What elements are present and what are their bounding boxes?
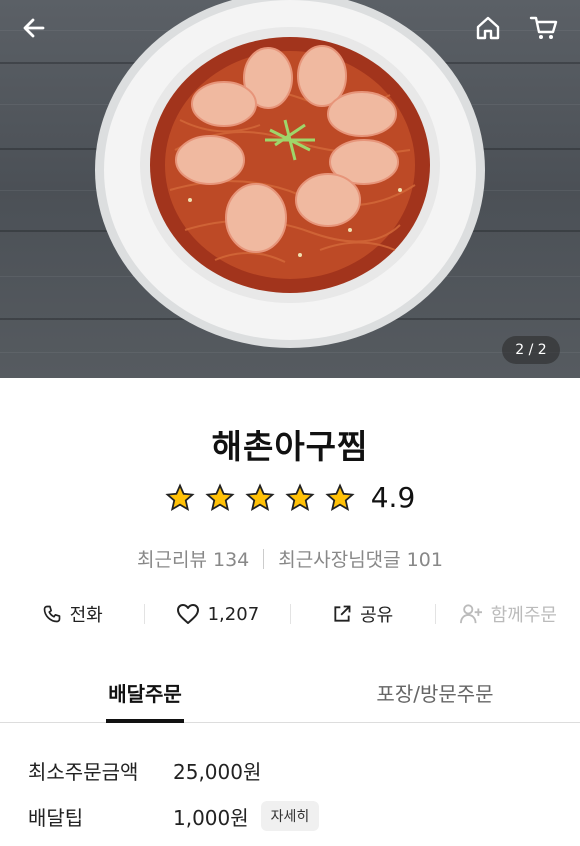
tab-delivery-label: 배달주문 (108, 682, 182, 706)
cart-button[interactable] (524, 8, 564, 48)
order-type-tabs: 배달주문 포장/방문주문 (0, 668, 580, 723)
cart-icon (529, 16, 558, 39)
active-tab-indicator (106, 719, 184, 723)
tab-delivery[interactable]: 배달주문 (0, 668, 290, 723)
store-name: 해촌아구찜 (211, 427, 369, 466)
home-icon (476, 16, 500, 40)
call-button[interactable]: 전화 (0, 601, 144, 627)
divider (263, 548, 265, 569)
delivery-tip-label: 배달팁 (28, 805, 84, 830)
min-order-row: 최소주문금액 25,000원 (28, 756, 261, 785)
heart-icon (176, 604, 199, 624)
recent-reviews-link[interactable]: 최근리뷰 134 (137, 545, 249, 572)
like-count: 1,207 (207, 603, 260, 625)
review-summary: 최근리뷰 134 최근사장님댓글 101 (0, 545, 580, 572)
image-pager: 2 / 2 (502, 336, 560, 364)
phone-icon (43, 605, 60, 623)
star-icon (285, 482, 315, 511)
min-order-value: 25,000원 (173, 760, 262, 784)
store-photo[interactable]: 2 / 2 (0, 0, 580, 378)
share-label: 공유 (360, 605, 394, 626)
tab-pickup[interactable]: 포장/방문주문 (290, 668, 580, 722)
delivery-tip-value: 1,000원 (173, 805, 249, 830)
rating-row: 4.9 (0, 481, 580, 514)
action-bar: 전화 1,207 공유 함께주문 (0, 596, 580, 632)
group-order-button[interactable]: 함께주문 (436, 601, 580, 627)
share-icon (334, 605, 351, 622)
min-order-label: 최소주문금액 (28, 760, 139, 784)
call-label: 전화 (69, 605, 103, 626)
delivery-tip-detail-button[interactable]: 자세히 (260, 801, 320, 831)
home-button[interactable] (468, 8, 508, 48)
rating-score: 4.9 (370, 481, 416, 514)
back-button[interactable] (14, 8, 54, 48)
arrow-left-icon (23, 18, 45, 38)
star-icon (205, 482, 235, 511)
share-button[interactable]: 공유 (291, 601, 435, 627)
add-person-icon (459, 604, 482, 624)
food-dish-image (95, 0, 485, 348)
star-icon (245, 482, 275, 511)
delivery-tip-row: 배달팁 1,000원 자세히 (28, 801, 320, 831)
owner-replies-link[interactable]: 최근사장님댓글 101 (278, 545, 443, 572)
star-icon (325, 482, 355, 511)
star-icon (165, 482, 195, 511)
tab-pickup-label: 포장/방문주문 (376, 682, 494, 706)
group-order-label: 함께주문 (490, 605, 557, 626)
like-button[interactable]: 1,207 (145, 603, 289, 625)
